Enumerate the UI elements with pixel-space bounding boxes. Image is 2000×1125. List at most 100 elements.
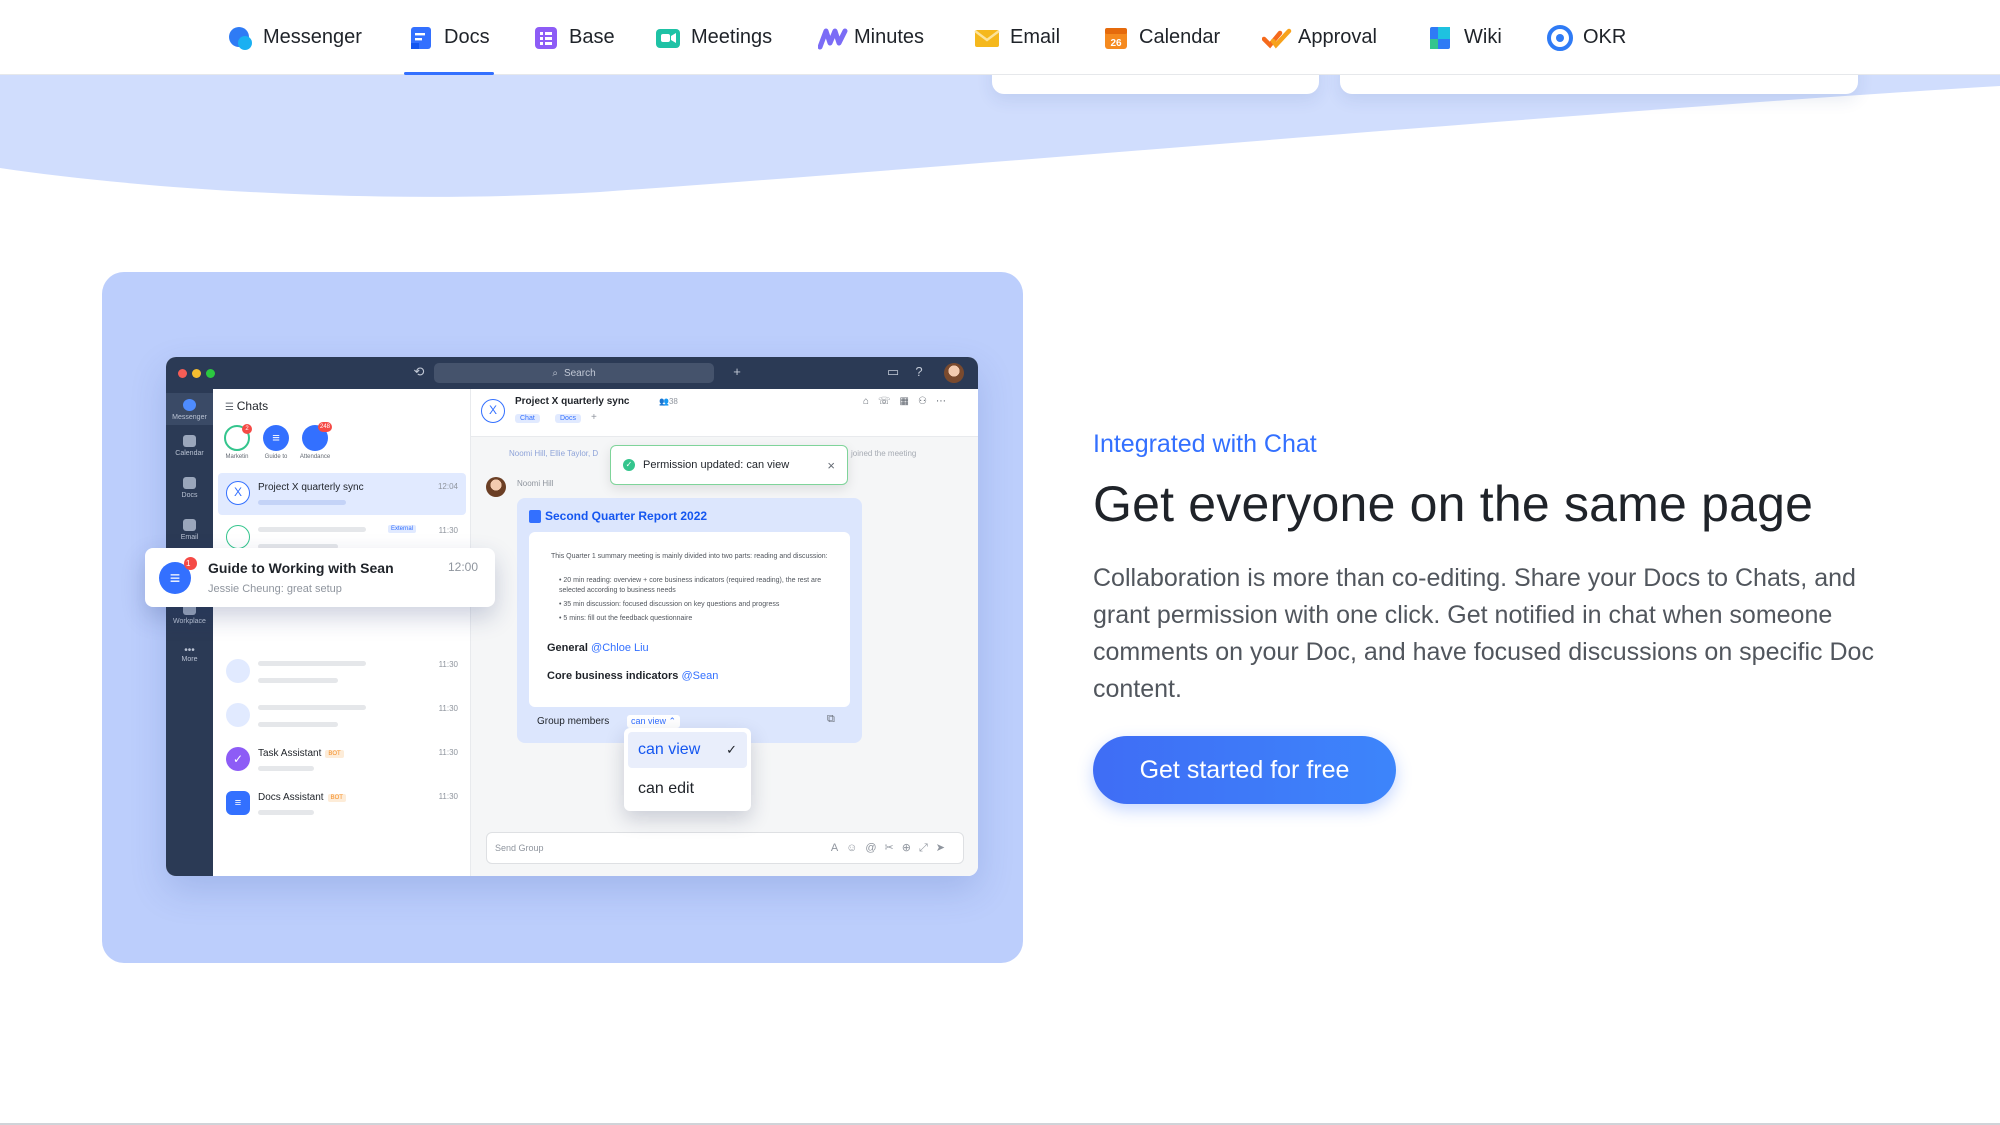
pinned-chat: 2 Marketin [217, 424, 257, 460]
nav-item-messenger[interactable]: Messenger [227, 0, 362, 75]
okr-icon [1547, 24, 1573, 51]
doc-title[interactable]: Second Quarter Report 2022 [545, 509, 707, 523]
messenger-icon [183, 399, 196, 411]
sender-name: Noomi Hill [517, 479, 554, 488]
conversation-header: X Project X quarterly sync 👥38 Chat Docs… [471, 389, 978, 437]
nav-item-minutes[interactable]: Minutes [817, 0, 925, 75]
close-icon[interactable]: × [827, 458, 835, 473]
nav-label: Email [1010, 26, 1061, 48]
message-input[interactable]: Send Group A☺@✂⊕⤢➤ [486, 832, 964, 864]
nav-label: Approval [1298, 26, 1377, 48]
dropdown-option-can-edit[interactable]: can edit [628, 771, 747, 807]
app-search-input: ⌕ Search [434, 363, 714, 383]
card-subtitle: Jessie Cheung: great setup [208, 583, 342, 595]
unread-badge: 2 [242, 424, 252, 434]
nav-item-meetings[interactable]: Meetings [655, 0, 772, 75]
pinned-label: Marketin [225, 454, 249, 460]
get-started-button[interactable]: Get started for free [1093, 736, 1396, 804]
chats-title: ☰ Chats [225, 399, 269, 413]
rail-label: More [181, 656, 198, 663]
doc-bullet: • 20 min reading: overview + core busine… [559, 577, 822, 594]
permission-toast: ✓ Permission updated: can view × [610, 445, 848, 485]
rail-label: Calendar [175, 450, 204, 457]
nav-label: Base [569, 26, 615, 48]
calendar-icon [183, 435, 196, 447]
history-icon: ⟲ [413, 364, 425, 379]
doc-share-card: Second Quarter Report 2022 This Quarter … [517, 498, 862, 743]
email-icon [183, 519, 196, 531]
dropdown-option-can-view[interactable]: can view ✓ [628, 732, 747, 768]
rail-item-email: Email [166, 519, 213, 541]
list-item: X Project X quarterly sync 12:04 [218, 473, 466, 515]
chat-name: Task Assistant [258, 748, 322, 759]
wiki-icon [1428, 25, 1454, 51]
card-title: Guide to Working with Sean [208, 560, 394, 576]
rail-item-docs: Docs [166, 477, 213, 499]
app-titlebar: ⟲ ⌕ Search + ▭ ? [166, 357, 978, 389]
chat-avatar: X [226, 481, 250, 505]
doc-preview: This Quarter 1 summary meeting is mainly… [529, 532, 850, 707]
member-count: 👥38 [659, 397, 678, 406]
base-icon [533, 25, 559, 51]
system-message: Noomi Hill, Ellie Taylor, D [509, 449, 599, 458]
calendar-icon: 26 [1103, 25, 1129, 51]
nav-item-base[interactable]: Base [533, 0, 615, 75]
nav-label: Minutes [854, 26, 925, 48]
card-time: 12:00 [448, 560, 479, 574]
section-eyebrow: Integrated with Chat [1093, 430, 1317, 458]
app-left-rail: Messenger Calendar Docs Email Workplace … [166, 389, 213, 876]
rail-label: Docs [181, 492, 198, 499]
avatar [944, 363, 964, 383]
doc-bullet: • 5 mins: fill out the feedback question… [559, 615, 693, 622]
list-item: ≡ Docs Assistant BOT 11:30 [218, 783, 466, 825]
list-item: 11:30 [218, 695, 466, 737]
nav-item-calendar[interactable]: 26 Calendar [1103, 0, 1220, 75]
pinned-chat: ≡ Guide to [256, 425, 296, 460]
input-tools-icons: A☺@✂⊕⤢➤ [830, 842, 953, 854]
nav-label: Docs [444, 26, 490, 48]
toast-message: Permission updated: can view [643, 459, 790, 471]
window-minimize-dot [192, 369, 201, 378]
window-zoom-dot [206, 369, 215, 378]
doc-lines-icon: ≡ [263, 425, 289, 451]
group-members-label: Group members [537, 716, 610, 727]
chat-list: ☰ Chats 2 Marketin ≡ Guide to 248 Attend… [213, 389, 471, 876]
permission-select[interactable]: can view ⌃ [627, 715, 681, 728]
nav-label: Wiki [1464, 26, 1502, 48]
system-message-suffix: joined the meeting [851, 449, 917, 458]
doc-section-core: Core business indicators @Sean [547, 670, 719, 682]
messenger-icon [227, 25, 253, 51]
chat-time: 11:30 [438, 748, 458, 757]
chat-time: 11:30 [438, 704, 458, 713]
group-avatar: X [481, 399, 505, 423]
mention: @Sean [681, 670, 719, 682]
input-placeholder: Send Group [495, 843, 544, 853]
tab-docs: Docs [555, 414, 581, 423]
list-item: 11:30 [218, 651, 466, 693]
unread-badge: 1 [184, 557, 197, 570]
bot-tag: BOT [325, 750, 344, 758]
pinned-label: Guide to [264, 454, 288, 460]
tab-chat: Chat [515, 414, 540, 423]
chat-time: 11:30 [438, 660, 458, 669]
external-tag: External [388, 525, 417, 533]
chevron-up-icon: ⌃ [668, 716, 677, 726]
nav-item-docs[interactable]: Docs [404, 0, 494, 75]
docs-assistant-avatar: ≡ [226, 791, 250, 815]
chat-name: Project X quarterly sync [258, 482, 364, 493]
minutes-icon [817, 25, 848, 51]
doc-section-general: General @Chloe Liu [547, 642, 649, 654]
nav-item-okr[interactable]: OKR [1547, 0, 1626, 75]
nav-label: Meetings [691, 26, 773, 48]
group-avatar [226, 703, 250, 727]
meetings-icon [655, 25, 681, 51]
help-icon: ? [915, 364, 923, 379]
conversation-title: Project X quarterly sync [515, 396, 630, 407]
plus-icon: + [733, 364, 741, 379]
menu-icon: ☰ [225, 402, 237, 413]
chat-name: Docs Assistant [258, 792, 324, 803]
window-close-dot [178, 369, 187, 378]
nav-item-email[interactable]: Email [974, 0, 1060, 75]
nav-item-approval[interactable]: Approval [1261, 0, 1377, 75]
nav-item-wiki[interactable]: Wiki [1428, 0, 1502, 75]
